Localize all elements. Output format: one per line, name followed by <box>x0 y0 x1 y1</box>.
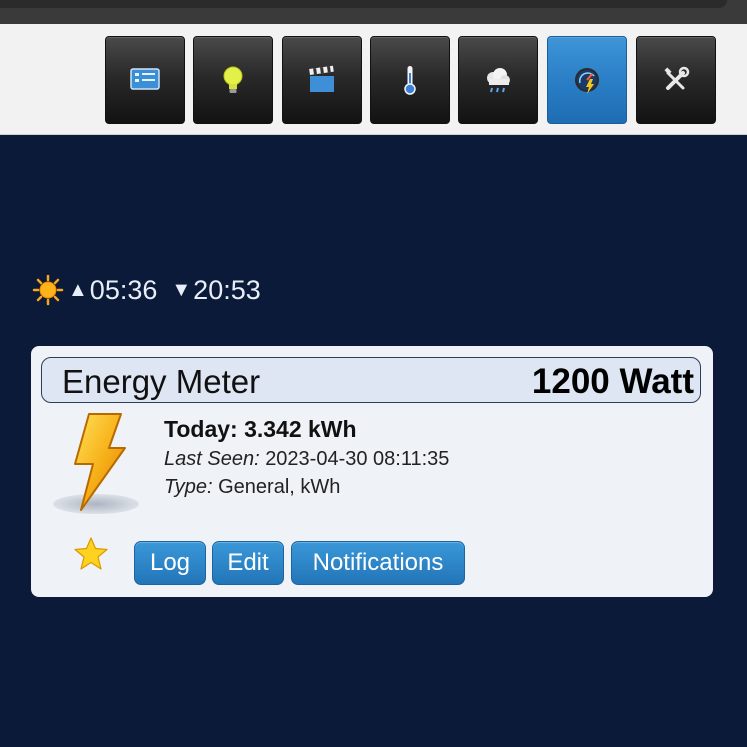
edit-button[interactable]: Edit <box>212 541 284 585</box>
sun-times: ▲ 05:36 ▼ 20:53 <box>32 272 261 308</box>
utility-button[interactable] <box>547 36 627 124</box>
last-seen-row: Last Seen: 2023-04-30 08:11:35 <box>164 448 449 471</box>
type-row: Type: General, kWh <box>164 476 449 499</box>
meter-icon <box>575 68 599 94</box>
device-info: Today: 3.342 kWh Last Seen: 2023-04-30 0… <box>164 416 449 499</box>
clapperboard-icon <box>309 65 334 92</box>
main-toolbar <box>0 24 747 135</box>
sunset-time: 20:53 <box>193 274 261 305</box>
last-seen-label: Last Seen: <box>164 448 260 470</box>
sun-icon <box>32 274 64 306</box>
weather-button[interactable] <box>458 36 538 124</box>
type-label: Type: <box>164 476 213 498</box>
lightbulb-icon <box>223 66 243 93</box>
sunset-icon: ▼ <box>171 278 192 301</box>
dashboard-button[interactable] <box>105 36 185 124</box>
lights-button[interactable] <box>193 36 273 124</box>
thermometer-icon <box>404 66 416 95</box>
lightning-bolt-icon <box>74 413 126 511</box>
type-value: General, kWh <box>218 476 341 498</box>
scenes-button[interactable] <box>282 36 362 124</box>
device-card-header: Energy Meter 1200 Watt <box>41 357 701 403</box>
log-button[interactable]: Log <box>134 541 206 585</box>
top-status-bar-inner <box>0 0 727 8</box>
last-seen-value: 2023-04-30 08:11:35 <box>265 448 450 470</box>
device-value: 1200 Watt <box>531 362 694 401</box>
today-usage: Today: 3.342 kWh <box>164 416 357 442</box>
sunrise-time: 05:36 <box>89 274 158 305</box>
device-name: Energy Meter <box>62 363 261 400</box>
rain-cloud-icon <box>487 68 510 93</box>
top-status-bar <box>0 0 747 24</box>
tools-icon <box>664 66 690 90</box>
device-card: Energy Meter 1200 Watt Today: 3.342 kWh … <box>31 346 713 597</box>
temperature-button[interactable] <box>370 36 450 124</box>
setup-button[interactable] <box>636 36 716 124</box>
notifications-button[interactable]: Notifications <box>291 541 465 585</box>
favorite-star-icon[interactable] <box>73 536 109 572</box>
sunrise-icon: ▲ <box>68 278 88 301</box>
dashboard-icon <box>130 68 160 90</box>
